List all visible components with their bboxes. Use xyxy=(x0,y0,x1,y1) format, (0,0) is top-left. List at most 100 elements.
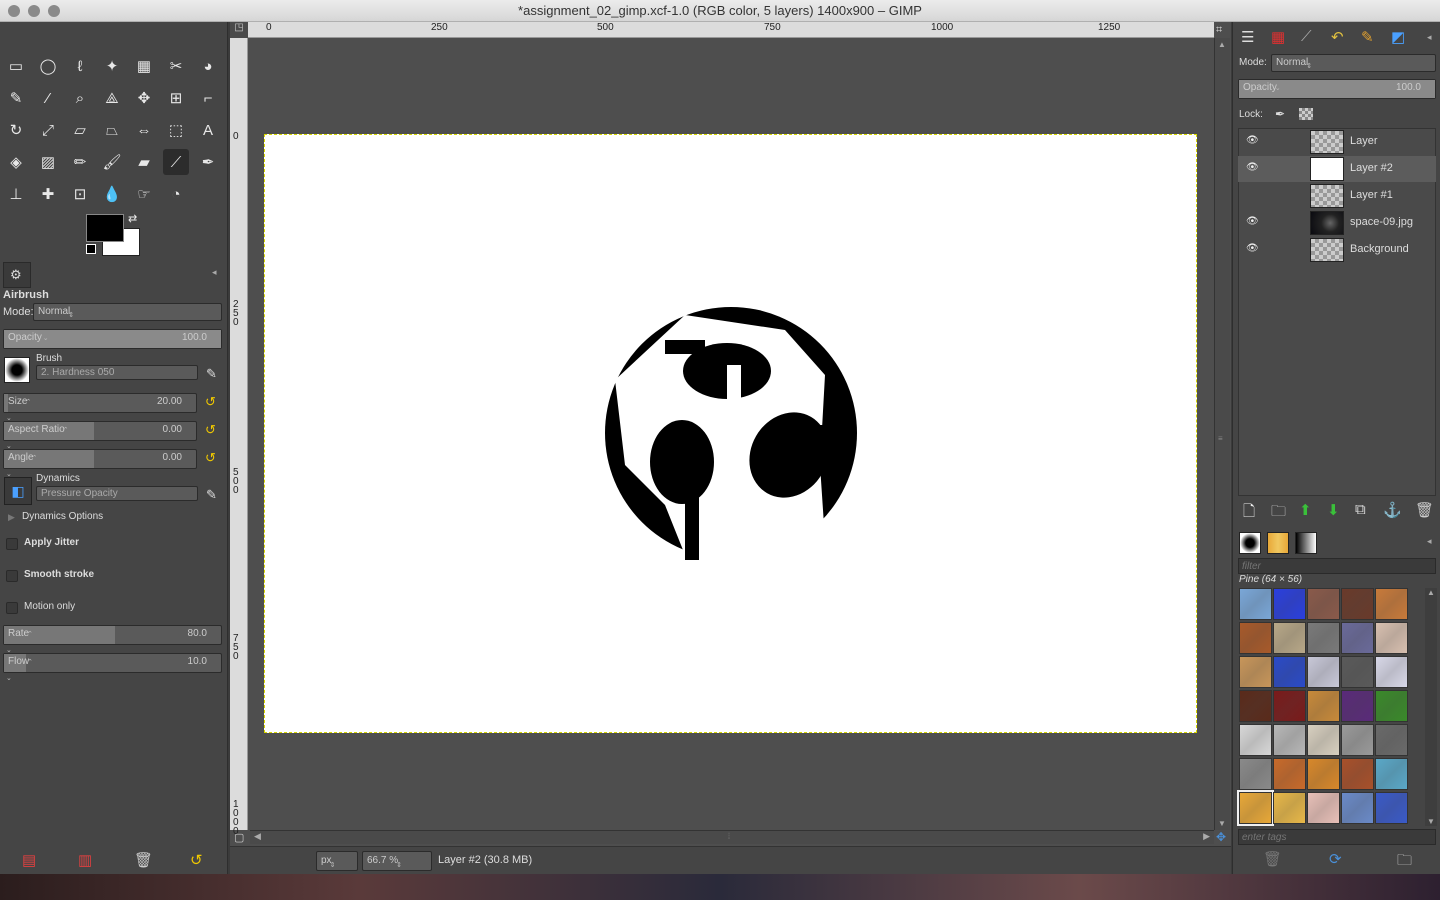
default-colors-icon[interactable] xyxy=(86,244,96,254)
angle-slider[interactable]: Angle 0.00 ⌃ ⌄ xyxy=(3,449,197,478)
motion-only-checkbox[interactable] xyxy=(6,602,18,614)
rate-slider[interactable]: Rate 80.0 ⌃ ⌄ xyxy=(3,625,222,654)
zoom-tool-button[interactable]: ⌕ xyxy=(67,85,93,111)
flip-tool-button[interactable]: ⇔ xyxy=(131,117,157,143)
panel-menu-icon[interactable]: ◂ xyxy=(212,267,217,278)
zoom-fit-icon[interactable]: ▢ xyxy=(234,831,244,844)
reset-options-icon[interactable]: ↺ xyxy=(190,851,203,869)
scissors-tool-button[interactable]: ✂ xyxy=(163,53,189,79)
zoom-select[interactable]: 66.7 %⇕ xyxy=(362,851,432,871)
pattern-swatch[interactable] xyxy=(1375,588,1408,620)
shear-tool-button[interactable]: ▱ xyxy=(67,117,93,143)
flow-slider[interactable]: Flow 10.0 ⌃ ⌄ xyxy=(3,653,222,682)
rotate-tool-button[interactable]: ↻ xyxy=(3,117,29,143)
close-window-button[interactable] xyxy=(8,5,20,17)
scroll-right-icon[interactable]: ▶ xyxy=(1203,831,1210,842)
layer-row[interactable]: 👁 space-09.jpg xyxy=(1238,210,1436,236)
layer-opacity-slider[interactable]: Opacity 100.0 ⌄ xyxy=(1238,79,1436,99)
edit-brush-icon[interactable]: ✎ xyxy=(206,366,217,382)
undo-history-tab-icon[interactable]: ↶ xyxy=(1331,28,1344,46)
vertical-scrollbar[interactable]: ▲ ≡ ▼ xyxy=(1214,38,1230,830)
paintbrush-tool-button[interactable]: 🖌 xyxy=(99,149,125,175)
brush-preview[interactable] xyxy=(4,357,30,383)
bucket-fill-tool-button[interactable]: ◈ xyxy=(3,149,29,175)
navigate-icon[interactable]: ✥ xyxy=(1216,830,1226,844)
text-tool-button[interactable]: A xyxy=(195,117,221,143)
layer-row[interactable]: 👁 Layer #2 xyxy=(1238,156,1436,182)
brushes-tab-icon[interactable]: ✎ xyxy=(1361,28,1374,46)
paths-tab-icon[interactable]: ⟋ xyxy=(1301,28,1312,45)
foreground-select-tool-button[interactable]: ◕ xyxy=(195,53,221,79)
quick-mask-icon[interactable]: ⌗ xyxy=(1216,24,1222,37)
pattern-swatch[interactable] xyxy=(1239,588,1272,620)
pattern-swatch[interactable] xyxy=(1239,758,1272,790)
pattern-swatch[interactable] xyxy=(1239,622,1272,654)
scroll-up-icon[interactable]: ▲ xyxy=(1427,588,1435,597)
pattern-swatch[interactable] xyxy=(1307,724,1340,756)
apply-jitter-checkbox[interactable] xyxy=(6,538,18,550)
layer-mode-select[interactable]: Normal⇕ xyxy=(1271,54,1436,72)
expander-arrow-icon[interactable]: ▶ xyxy=(8,512,15,523)
dynamics-preview[interactable]: ◧ xyxy=(4,477,32,505)
gradient-tab[interactable] xyxy=(1295,532,1317,554)
pattern-swatch[interactable] xyxy=(1273,622,1306,654)
perspective-clone-tool-button[interactable]: ⊡ xyxy=(67,181,93,207)
pattern-swatch[interactable] xyxy=(1307,588,1340,620)
heal-tool-button[interactable]: ✚ xyxy=(35,181,61,207)
maximize-window-button[interactable] xyxy=(48,5,60,17)
pattern-swatch[interactable] xyxy=(1307,690,1340,722)
pattern-swatch[interactable] xyxy=(1375,724,1408,756)
pattern-swatch[interactable] xyxy=(1273,792,1306,824)
edit-dynamics-icon[interactable]: ✎ xyxy=(206,487,217,503)
pattern-swatch[interactable] xyxy=(1341,690,1374,722)
dodge-burn-tool-button[interactable]: ◔ xyxy=(163,181,189,207)
patterns-menu-icon[interactable]: ◂ xyxy=(1427,536,1432,547)
pattern-filter-input[interactable] xyxy=(1238,558,1436,574)
perspective-tool-button[interactable]: ⏢ xyxy=(99,117,125,143)
tool-options-tab[interactable]: ⚙ xyxy=(3,262,31,288)
scroll-down-icon[interactable]: ▼ xyxy=(1427,817,1435,826)
smudge-tool-button[interactable]: ☞ xyxy=(131,181,157,207)
pattern-swatch[interactable] xyxy=(1307,758,1340,790)
align-tool-button[interactable]: ⊞ xyxy=(163,85,189,111)
duplicate-layer-icon[interactable]: ⧉ xyxy=(1355,501,1366,518)
pencil-tool-button[interactable]: ✏ xyxy=(67,149,93,175)
clone-tool-button[interactable]: ⊥ xyxy=(3,181,29,207)
fuzzy-select-tool-button[interactable]: ✦ xyxy=(99,53,125,79)
delete-layer-icon[interactable]: 🗑 xyxy=(1415,501,1434,519)
raise-layer-icon[interactable]: ⬆ xyxy=(1299,501,1312,519)
pattern-swatch[interactable] xyxy=(1375,622,1408,654)
pattern-swatch[interactable] xyxy=(1375,758,1408,790)
brush-name-field[interactable]: 2. Hardness 050 xyxy=(36,365,198,380)
pattern-swatch[interactable] xyxy=(1341,588,1374,620)
pattern-swatch[interactable] xyxy=(1341,724,1374,756)
delete-pattern-icon[interactable]: 🗑 xyxy=(1263,850,1282,868)
aspect-ratio-slider[interactable]: Aspect Ratio 0.00 ⌃ ⌄ xyxy=(3,421,197,450)
vertical-ruler[interactable]: 0 250 500 750 1000 xyxy=(230,38,248,837)
layer-row[interactable]: 👁 Background xyxy=(1238,237,1436,263)
reset-size-icon[interactable]: ↺ xyxy=(205,394,216,410)
visibility-eye-icon[interactable]: 👁 xyxy=(1246,162,1259,173)
tool-options-dock-icon[interactable]: ◩ xyxy=(1391,28,1405,46)
pattern-swatch[interactable] xyxy=(1273,690,1306,722)
eraser-tool-button[interactable]: ▰ xyxy=(131,149,157,175)
pattern-swatch[interactable] xyxy=(1273,588,1306,620)
anchor-layer-icon[interactable]: ⚓ xyxy=(1383,501,1402,519)
dynamics-name-field[interactable]: Pressure Opacity xyxy=(36,486,198,501)
foreground-color-swatch[interactable] xyxy=(86,214,124,242)
minimize-window-button[interactable] xyxy=(28,5,40,17)
horizontal-ruler[interactable]: 0 250 500 750 1000 1250 xyxy=(248,22,1214,38)
pattern-tags-input[interactable] xyxy=(1238,829,1436,845)
save-options-icon[interactable]: ▤ xyxy=(22,851,36,869)
layer-row[interactable]: 👁 Layer xyxy=(1238,129,1436,155)
ruler-corner[interactable]: ◳ xyxy=(230,22,248,38)
brush-tab[interactable] xyxy=(1239,532,1261,554)
pattern-swatch[interactable] xyxy=(1307,792,1340,824)
restore-options-icon[interactable]: ▥ xyxy=(78,851,92,869)
rect-select-tool-button[interactable]: ▭ xyxy=(3,53,29,79)
airbrush-tool-button[interactable]: ⟋ xyxy=(163,149,189,175)
layer-row[interactable]: Layer #1 xyxy=(1238,183,1436,209)
scroll-up-icon[interactable]: ▲ xyxy=(1218,40,1226,49)
mode-select[interactable]: Normal⇕ xyxy=(33,303,222,321)
visibility-eye-icon[interactable]: 👁 xyxy=(1246,135,1259,146)
